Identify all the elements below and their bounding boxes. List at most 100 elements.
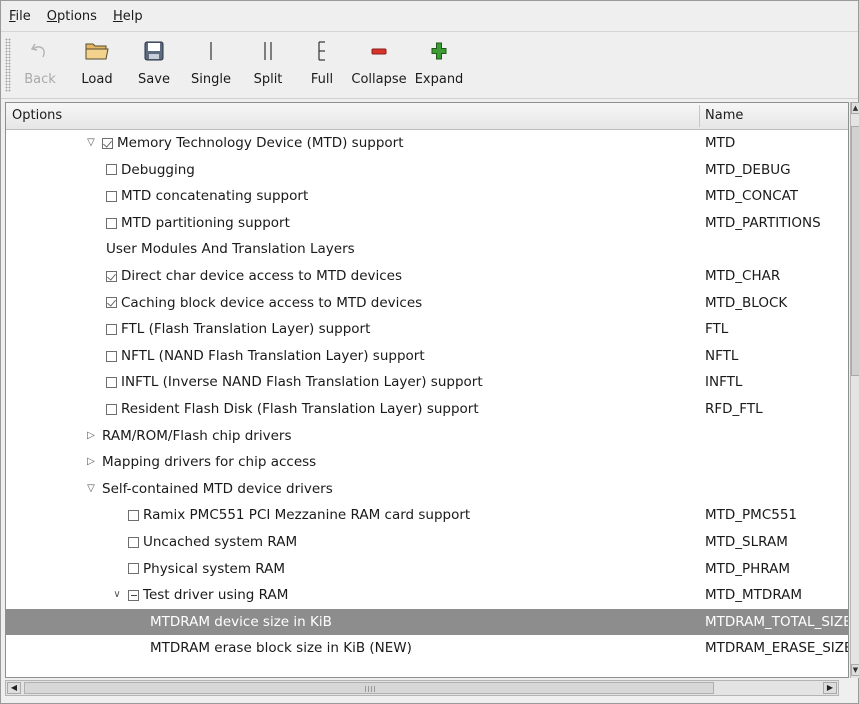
scroll-down-icon[interactable]: ▼: [851, 664, 859, 676]
option-name: FTL: [705, 321, 729, 338]
split-view-button[interactable]: Split: [243, 32, 293, 87]
tree-rows: ▽ Memory Technology Device (MTD) support …: [6, 130, 849, 662]
checkbox[interactable]: [106, 164, 117, 176]
save-label: Save: [138, 72, 170, 87]
option-label: Mapping drivers for chip access: [102, 454, 317, 471]
checkbox[interactable]: [106, 217, 117, 229]
horizontal-scrollbar[interactable]: ◀ ▶: [5, 680, 839, 696]
menu-options[interactable]: Options: [39, 9, 105, 24]
plus-icon: [426, 38, 452, 64]
options-tree[interactable]: Options Name ▽ Memory Technology Device (…: [5, 102, 849, 678]
checkbox[interactable]: [106, 190, 117, 202]
option-name: MTD_CHAR: [705, 267, 781, 284]
tree-row[interactable]: MTDRAM erase block size in KiB (NEW) MTD…: [6, 635, 849, 662]
single-view-button[interactable]: Single: [183, 32, 239, 87]
tree-row[interactable]: ▽ Memory Technology Device (MTD) support …: [6, 130, 848, 157]
expander-open-icon[interactable]: ∨: [110, 582, 124, 609]
minus-icon: [366, 38, 392, 64]
single-pane-icon: [198, 38, 224, 64]
checkbox[interactable]: [128, 536, 139, 548]
checkbox[interactable]: [106, 403, 117, 415]
vertical-scroll-thumb[interactable]: [851, 126, 859, 376]
option-label: NFTL (NAND Flash Translation Layer) supp…: [121, 347, 425, 364]
option-name: MTD_BLOCK: [705, 294, 788, 311]
checkbox[interactable]: [106, 323, 117, 335]
column-divider[interactable]: [699, 105, 700, 127]
tree-row[interactable]: INFTL (Inverse NAND Flash Translation La…: [6, 369, 848, 396]
floppy-disk-icon: [141, 38, 167, 64]
tree-row[interactable]: Ramix PMC551 PCI Mezzanine RAM card supp…: [6, 502, 848, 529]
tree-row[interactable]: ▷ RAM/ROM/Flash chip drivers: [6, 423, 848, 450]
menu-help[interactable]: Help: [105, 9, 151, 24]
option-label: Ramix PMC551 PCI Mezzanine RAM card supp…: [143, 507, 471, 524]
checkbox[interactable]: [106, 297, 117, 309]
scroll-up-icon[interactable]: ▲: [851, 102, 859, 114]
load-button[interactable]: Load: [69, 32, 125, 87]
checkbox[interactable]: [106, 270, 117, 282]
back-label: Back: [24, 72, 56, 87]
full-view-button[interactable]: Full: [297, 32, 347, 87]
option-label: Test driver using RAM: [143, 587, 289, 604]
load-label: Load: [81, 72, 113, 87]
expander-closed-icon[interactable]: ▷: [84, 423, 98, 450]
config-window: File Options Help Back Load Save Single …: [0, 0, 859, 704]
toolbar: Back Load Save Single Split Full Collaps…: [1, 32, 858, 99]
tree-row[interactable]: ▷ Mapping drivers for chip access: [6, 449, 848, 476]
split-pane-icon: [255, 38, 281, 64]
tree-row[interactable]: MTD partitioning support MTD_PARTITIONS: [6, 210, 848, 237]
option-name: MTDRAM_ERASE_SIZE: [705, 640, 849, 657]
checkbox[interactable]: [102, 137, 113, 149]
column-header-options[interactable]: Options: [12, 108, 62, 123]
horizontal-scroll-thumb[interactable]: [24, 682, 714, 694]
folder-icon: [84, 38, 110, 64]
expander-closed-icon[interactable]: ▷: [84, 449, 98, 476]
back-button[interactable]: Back: [15, 32, 65, 87]
tree-row[interactable]: Caching block device access to MTD devic…: [6, 290, 848, 317]
menu-file-label: ile: [15, 8, 31, 24]
checkbox[interactable]: [128, 589, 139, 601]
column-header-name[interactable]: Name: [705, 108, 743, 123]
tree-row[interactable]: MTD concatenating support MTD_CONCAT: [6, 183, 848, 210]
menu-file[interactable]: File: [1, 9, 39, 24]
expander-open-icon[interactable]: ▽: [84, 476, 98, 503]
tree-row[interactable]: Physical system RAM MTD_PHRAM: [6, 556, 848, 583]
option-name: MTD_DEBUG: [705, 161, 791, 178]
save-button[interactable]: Save: [129, 32, 179, 87]
option-name: MTD: [705, 135, 736, 151]
option-label: Direct char device access to MTD devices: [121, 267, 403, 284]
checkbox[interactable]: [106, 377, 117, 389]
tree-row[interactable]: User Modules And Translation Layers: [6, 236, 848, 263]
option-label: Debugging: [121, 161, 195, 178]
toolbar-grip[interactable]: [5, 38, 11, 92]
tree-row[interactable]: ▽ Self-contained MTD device drivers: [6, 476, 848, 503]
checkbox[interactable]: [128, 563, 139, 575]
scroll-left-icon[interactable]: ◀: [7, 682, 21, 694]
checkbox[interactable]: [106, 350, 117, 362]
option-name: NFTL: [705, 347, 739, 364]
tree-header: Options Name: [6, 103, 848, 130]
full-label: Full: [310, 72, 334, 87]
scroll-right-icon[interactable]: ▶: [823, 682, 837, 694]
checkbox[interactable]: [128, 510, 139, 522]
tree-row[interactable]: Resident Flash Disk (Flash Translation L…: [6, 396, 848, 423]
option-label: MTDRAM erase block size in KiB (NEW): [150, 640, 412, 657]
collapse-button[interactable]: Collapse: [351, 32, 407, 87]
tree-row[interactable]: FTL (Flash Translation Layer) support FT…: [6, 316, 848, 343]
vertical-scrollbar[interactable]: ▲ ▼: [850, 102, 859, 678]
tree-row[interactable]: NFTL (NAND Flash Translation Layer) supp…: [6, 343, 848, 370]
option-label: User Modules And Translation Layers: [106, 241, 355, 258]
split-label: Split: [253, 72, 283, 87]
option-label: FTL (Flash Translation Layer) support: [121, 321, 371, 338]
tree-row-selected[interactable]: MTDRAM device size in KiB MTDRAM_TOTAL_S…: [6, 608, 848, 636]
thumb-grip: [365, 686, 375, 692]
tree-row[interactable]: Uncached system RAM MTD_SLRAM: [6, 529, 848, 556]
expand-button[interactable]: Expand: [411, 32, 467, 87]
tree-row[interactable]: Debugging MTD_DEBUG: [6, 157, 848, 184]
menu-bar: File Options Help: [1, 1, 858, 32]
tree-row[interactable]: Direct char device access to MTD devices…: [6, 263, 848, 290]
collapse-label: Collapse: [351, 72, 407, 87]
tree-row[interactable]: ∨ Test driver using RAM MTD_MTDRAM: [6, 582, 848, 609]
expander-open-icon[interactable]: ▽: [84, 130, 98, 157]
option-name: INFTL: [705, 374, 743, 391]
menu-options-label: ptions: [57, 8, 97, 24]
